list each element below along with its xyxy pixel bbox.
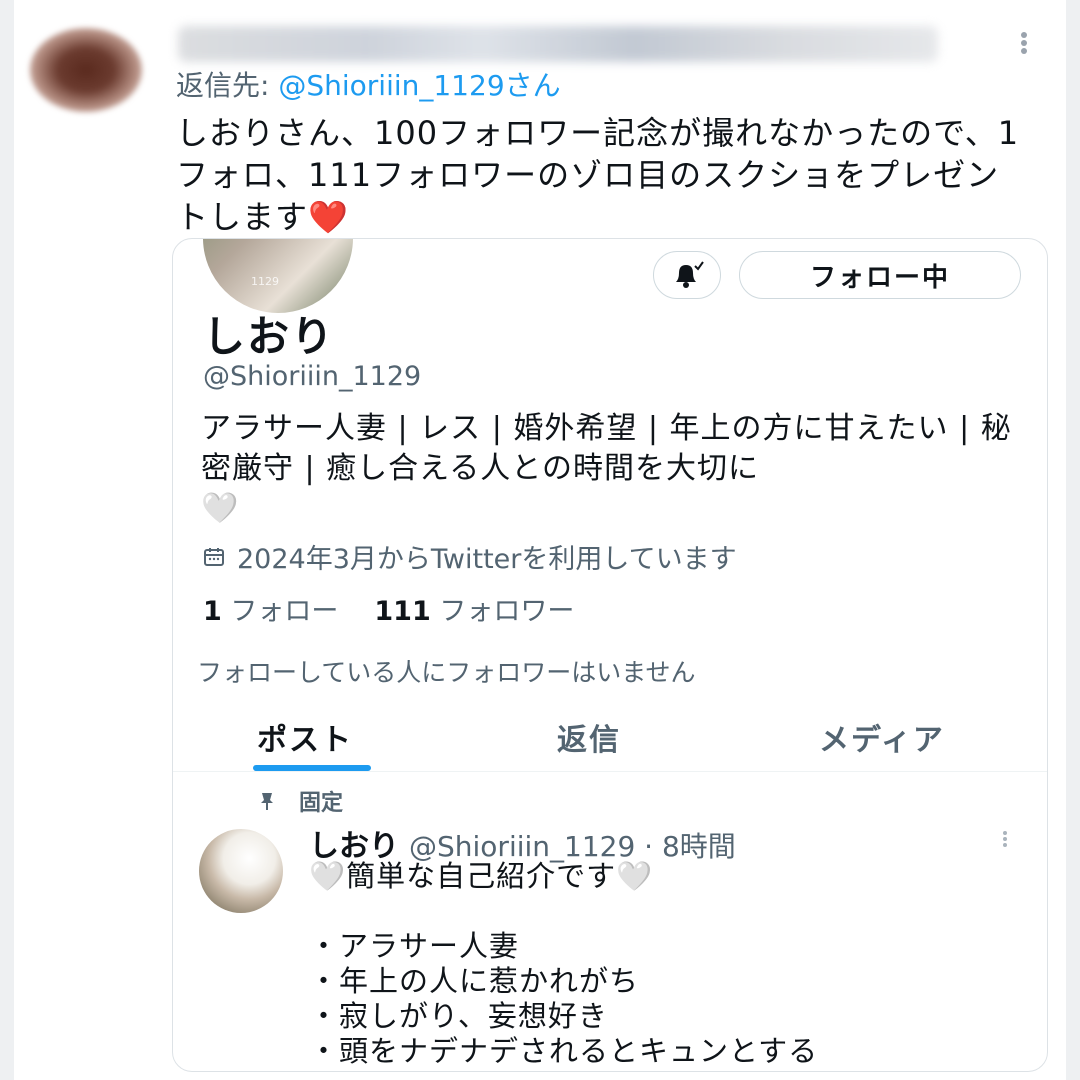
post-line: ・年上の人に惹かれがち (309, 964, 640, 998)
profile-name: しおり (203, 312, 336, 361)
joined-date: 2024年3月からTwitterを利用しています (203, 537, 737, 576)
bio-text: アラサー人妻 | レス | 婚外希望 | 年上の方に甘えたい | 秘密厳守 | … (201, 411, 1012, 486)
post-line: ・頭をナデナデされるとキュンとする (309, 1034, 819, 1068)
follow-stats: 1 フォロー 111 フォロワー (203, 589, 574, 628)
no-mutual-followers-notice: フォローしている人にフォロワーはいません (197, 658, 696, 687)
white-heart-emoji: 🤍 (201, 491, 240, 526)
post-title-line: 🤍簡単な自己紹介です🤍 (309, 859, 654, 893)
active-tab-indicator (253, 765, 371, 771)
replier-name-redacted (178, 26, 938, 62)
calendar-icon (204, 547, 224, 566)
following-label: フォロー (230, 596, 339, 627)
reply-to-line: 返信先: @Shioriiin_1129さん (176, 64, 561, 104)
following-count: 1 (203, 596, 222, 627)
screen-edge-right (1066, 0, 1080, 1080)
profile-screenshot-card[interactable]: 1129 フォロー中 しおり @Shioriiin_1129 アラサー人妻 | … (172, 238, 1048, 1072)
tab-posts[interactable]: ポスト (257, 715, 353, 759)
profile-bio: アラサー人妻 | レス | 婚外希望 | 年上の方に甘えたい | 秘密厳守 | … (201, 409, 1031, 529)
followers-count: 111 (374, 596, 431, 627)
screen-edge-left (0, 0, 14, 1080)
joined-text: 2024年3月からTwitterを利用しています (237, 544, 737, 575)
replier-avatar[interactable] (30, 28, 142, 112)
post-author-avatar[interactable] (199, 829, 283, 913)
pin-icon (261, 793, 273, 810)
post-line: ・寂しがり、妄想好き (309, 999, 608, 1033)
reply-tweet-text: しおりさん、100フォロワー記念が撮れなかったので、1フォロ、111フォロワーの… (176, 112, 1026, 238)
pinned-indicator: 固定 (257, 785, 343, 817)
red-heart-emoji: ❤️ (308, 198, 349, 236)
post-more-vertical-icon[interactable] (999, 829, 1011, 859)
notification-bell-button[interactable] (653, 251, 721, 299)
pinned-label: 固定 (299, 791, 344, 816)
tab-replies[interactable]: 返信 (557, 715, 621, 759)
following-button[interactable]: フォロー中 (739, 251, 1021, 299)
bell-check-icon (676, 261, 704, 288)
reply-tweet-body: しおりさん、100フォロワー記念が撮れなかったので、1フォロ、111フォロワーの… (176, 114, 1020, 236)
profile-handle: @Shioriiin_1129 (203, 361, 422, 392)
profile-tabs: ポスト 返信 メディア (173, 699, 1047, 772)
followers-label: フォロワー (439, 596, 575, 627)
reply-to-label: 返信先: (176, 69, 279, 102)
tab-media[interactable]: メディア (819, 715, 945, 759)
reply-to-handle-link[interactable]: @Shioriiin_1129さん (278, 69, 560, 102)
followers-stat[interactable]: 111 フォロワー (374, 589, 574, 628)
pinned-post-body: 🤍簡単な自己紹介です🤍 ・アラサー人妻 ・年上の人に惹かれがち ・寂しがり、妄想… (309, 859, 1029, 1069)
post-line: ・アラサー人妻 (309, 929, 520, 963)
more-vertical-icon[interactable] (1016, 30, 1032, 60)
following-stat[interactable]: 1 フォロー (203, 589, 338, 628)
